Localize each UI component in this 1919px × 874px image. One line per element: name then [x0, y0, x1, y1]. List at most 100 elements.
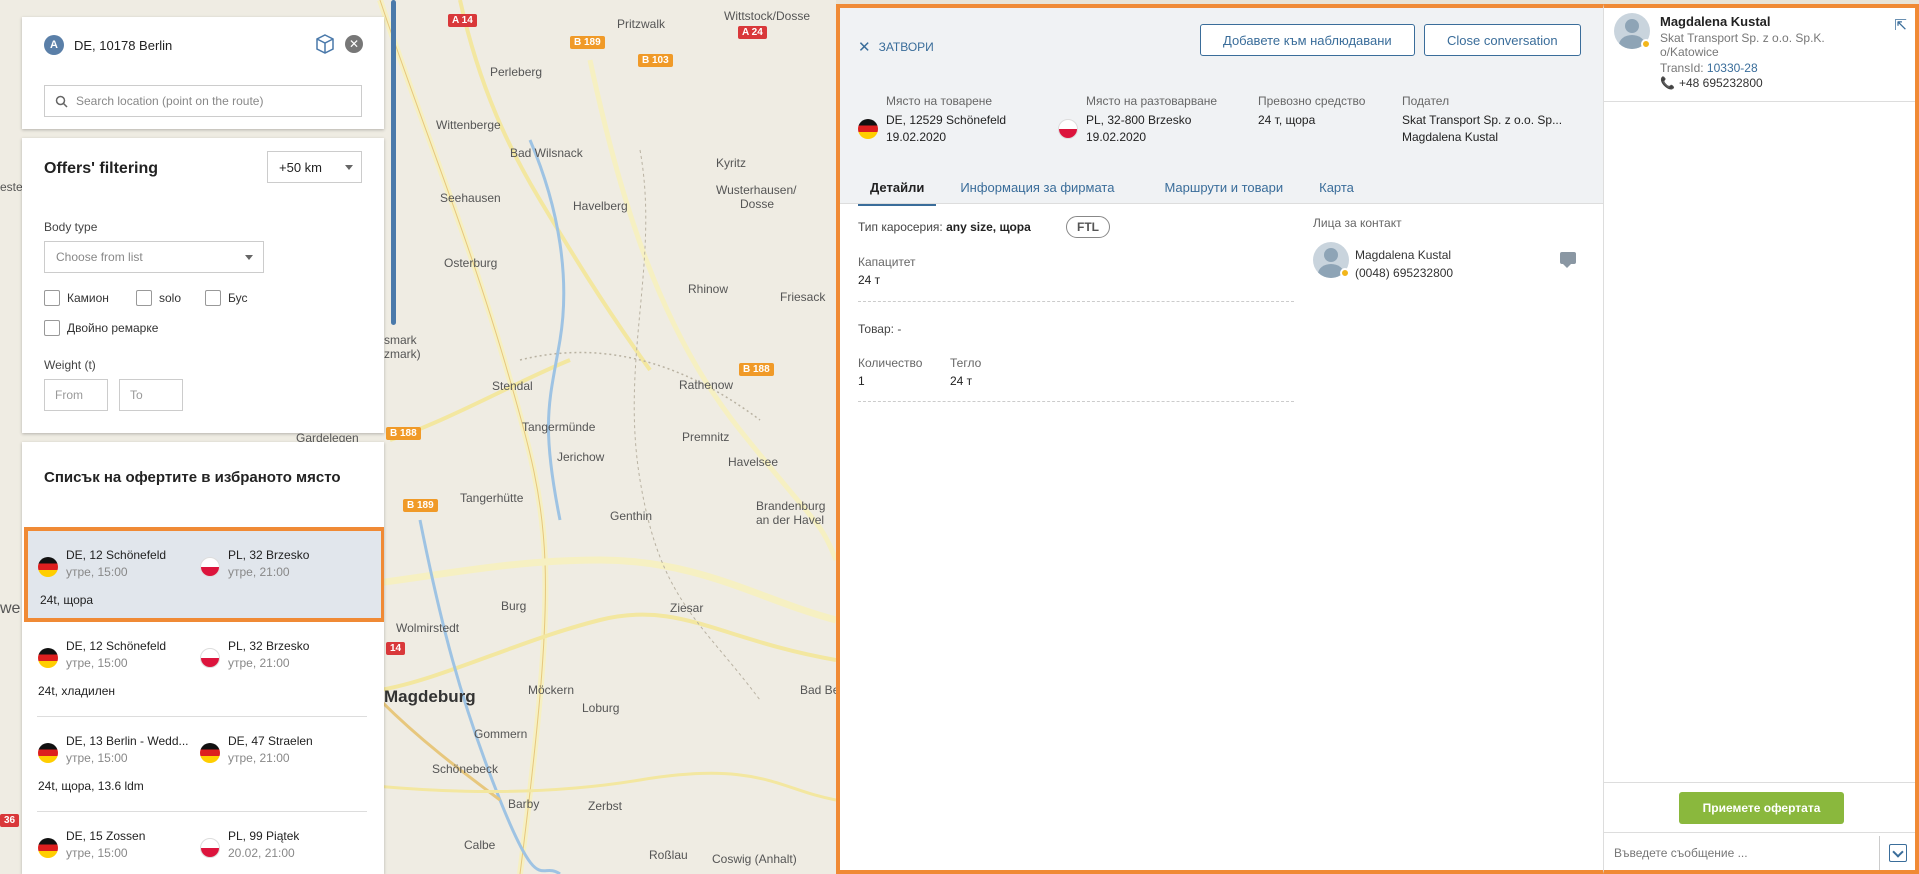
offer-from: DE, 15 Zossen утре, 15:00	[38, 829, 145, 860]
vehicle-info: Превозно средство 24 т, щора	[1258, 94, 1365, 129]
body-type-row: Тип каросерия: any size, щора	[858, 220, 1031, 234]
clear-location-icon[interactable]: ✕	[345, 35, 363, 53]
map-label: Tangermünde	[522, 420, 596, 434]
search-location-box	[44, 85, 362, 117]
sender-label: Подател	[1402, 94, 1450, 108]
unloading-place: Място на разтоварване PL, 32-800 Brzesko…	[1058, 94, 1217, 146]
contact-name: Magdalena Kustal	[1355, 248, 1452, 262]
checkbox-box[interactable]	[44, 320, 60, 336]
status-dot	[1340, 268, 1350, 278]
package-icon[interactable]	[314, 33, 336, 55]
offer-to: PL, 32 Brzesko утре, 21:00	[200, 639, 309, 670]
tab-details[interactable]: Детайли	[858, 176, 937, 206]
map-label: zmark)	[384, 347, 421, 361]
ftl-badge: FTL	[1066, 216, 1110, 238]
offer-to-time: утре, 21:00	[228, 751, 290, 765]
weight-label: Weight (t)	[44, 358, 96, 372]
goods-row: Товар: -	[858, 322, 901, 336]
search-location-input[interactable]	[76, 94, 346, 108]
checkbox-box[interactable]	[136, 290, 152, 306]
divider	[858, 301, 1294, 302]
collapse-arrow-icon[interactable]: ⇱	[1894, 16, 1907, 34]
quantity-label: Количество	[858, 356, 923, 370]
map-label: Möckern	[528, 683, 575, 697]
flag-de-icon	[200, 743, 220, 763]
offer-item[interactable]: DE, 15 Zossen утре, 15:00 PL, 99 Piątek 20…	[22, 812, 384, 874]
road-badge: B 188	[739, 363, 774, 376]
close-detail-link[interactable]: ✕ ЗАТВОРИ	[858, 38, 934, 56]
map-label: Calbe	[464, 838, 496, 852]
weight-value: 24 т	[950, 374, 973, 388]
offer-to-time: 20.02, 21:00	[228, 846, 295, 860]
chevron-down-icon	[345, 165, 353, 170]
offer-detail-panel: ✕ ЗАТВОРИ Добавете към наблюдавани Close…	[836, 4, 1607, 874]
checkbox-label: Бус	[228, 291, 248, 305]
map-label: Brandenburg	[756, 499, 826, 513]
offer-from-city: DE, 13 Berlin - Wedd...	[66, 734, 189, 748]
message-input[interactable]	[1614, 838, 1874, 868]
road-badge: B 189	[403, 499, 438, 512]
map-label: Havelberg	[573, 199, 628, 213]
offer-to-time: утре, 21:00	[228, 565, 290, 579]
add-to-watched-button[interactable]: Добавете към наблюдавани	[1200, 24, 1415, 56]
map-label: smark	[384, 333, 417, 347]
flag-pl-icon	[200, 648, 220, 668]
send-button[interactable]	[1879, 836, 1915, 870]
unloading-place-value: PL, 32-800 Brzesko	[1086, 113, 1192, 127]
map-label: Loburg	[582, 701, 620, 715]
detail-tabs: Детайли Информация за фирмата Маршрути и…	[858, 176, 1378, 206]
weight-to-input[interactable]	[119, 379, 183, 411]
tab-map[interactable]: Карта	[1307, 176, 1366, 206]
trans-id-label: TransId:	[1660, 61, 1704, 75]
chat-bubble-icon[interactable]	[1560, 252, 1576, 268]
flag-de-icon	[858, 119, 878, 139]
radius-select[interactable]: +50 km	[267, 151, 362, 183]
checkbox-box[interactable]	[205, 290, 221, 306]
checkbox-box[interactable]	[44, 290, 60, 306]
left-scrollbar[interactable]	[391, 0, 396, 325]
loading-place: Място на товарене DE, 12529 Schönefeld 19…	[858, 94, 1006, 146]
offer-from: DE, 12 Schönefeld утре, 15:00	[38, 639, 166, 670]
body-type-label: Body type	[44, 220, 98, 234]
offer-from: DE, 12 Schönefeld утре, 15:00	[38, 548, 166, 579]
map-label: Bad Belzig	[800, 683, 836, 697]
loading-place-value: DE, 12529 Schönefeld	[886, 113, 1007, 127]
offer-item[interactable]: DE, 12 Schönefeld утре, 15:00 PL, 32 Brze…	[22, 622, 384, 717]
weight-from-input[interactable]	[44, 379, 108, 411]
offer-to-city: DE, 47 Straelen	[228, 734, 313, 748]
checkbox-truck[interactable]: Камион	[44, 290, 109, 306]
offers-title: Списък на офертите в избраното място	[44, 469, 341, 486]
capacity-label: Капацитет	[858, 255, 916, 269]
offer-to: PL, 32 Brzesko утре, 21:00	[200, 548, 309, 579]
tab-routes-goods[interactable]: Маршрути и товари	[1152, 176, 1295, 206]
map-label: Barby	[508, 797, 540, 811]
close-label: ЗАТВОРИ	[878, 40, 934, 54]
vehicle-value: 24 т, щора	[1258, 113, 1316, 127]
checkbox-double-trailer[interactable]: Двойно ремарке	[44, 320, 158, 336]
close-conversation-button[interactable]: Close conversation	[1424, 24, 1581, 56]
body-type-select[interactable]: Choose from list	[44, 241, 264, 273]
map-label: Gommern	[474, 727, 528, 741]
tab-company-info[interactable]: Информация за фирмата	[948, 176, 1126, 206]
accept-offer-button[interactable]: Приемете офертата	[1679, 792, 1844, 824]
location-text: DE, 10178 Berlin	[74, 37, 173, 53]
checkbox-van[interactable]: Бус	[205, 290, 247, 306]
offer-from: DE, 13 Berlin - Wedd... утре, 15:00	[38, 734, 189, 765]
offer-to-city: PL, 99 Piątek	[228, 829, 300, 843]
divider	[858, 401, 1294, 402]
road-badge: B 103	[638, 54, 673, 67]
offer-item[interactable]: DE, 12 Schönefeld утре, 15:00 PL, 32 Brze…	[24, 527, 384, 622]
chat-panel: Magdalena Kustal Skat Transport Sp. z o.…	[1603, 4, 1919, 874]
loading-label: Място на товарене	[886, 94, 993, 108]
offer-item[interactable]: DE, 13 Berlin - Wedd... утре, 15:00 DE, 4…	[22, 717, 384, 812]
map-label: Dosse	[740, 197, 775, 211]
map-label: an der Havel	[756, 513, 825, 527]
map-label: Bad Wilsnack	[510, 146, 583, 160]
map-label: Ziesar	[670, 601, 704, 615]
map-label: este	[0, 180, 23, 194]
goods-label: Товар:	[858, 322, 894, 336]
road-badge: 14	[386, 642, 406, 655]
checkbox-solo[interactable]: solo	[136, 290, 181, 306]
trans-id-value[interactable]: 10330-28	[1707, 61, 1758, 75]
offer-desc: 24t, щора	[40, 593, 94, 607]
